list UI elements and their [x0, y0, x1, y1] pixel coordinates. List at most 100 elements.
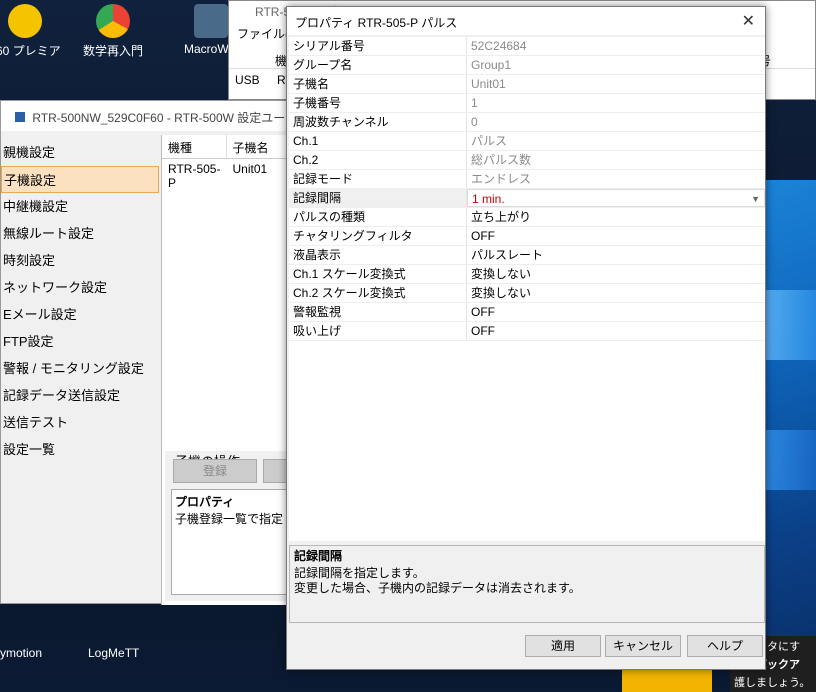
property-key: Ch.1 スケール変換式 [289, 265, 467, 283]
properties-text: 子機登録一覧で指定 [175, 512, 284, 526]
cancel-button[interactable]: キャンセル [605, 635, 681, 657]
property-row[interactable]: パルスの種類 立ち上がり [289, 208, 765, 227]
description-title: 記録間隔 [294, 549, 343, 563]
properties-title: プロパティ [175, 495, 235, 509]
close-icon[interactable]: ✕ [742, 11, 755, 31]
property-key: 周波数チャンネル [289, 113, 467, 131]
desktop-icon-label: MacroW [184, 42, 229, 56]
help-button[interactable]: ヘルプ [687, 635, 763, 657]
property-row[interactable]: 子機番号 1 [289, 94, 765, 113]
property-grid: シリアル番号 52C24684 グループ名 Group1 子機名 Unit01 子機番… [289, 37, 765, 541]
taskbar-item-logmett[interactable]: LogMeTT [88, 646, 139, 660]
apply-button[interactable]: 適用 [525, 635, 601, 657]
property-value: 1 min. [472, 192, 505, 206]
desktop-icon-label: 数学再入門 [82, 44, 143, 58]
nav-item-send-test[interactable]: 送信テスト [1, 409, 159, 436]
nav-item-repeater[interactable]: 中継機設定 [1, 193, 159, 220]
property-value: OFF [471, 305, 495, 319]
nav-item-alarm[interactable]: 警報 / モニタリング設定 [1, 355, 159, 382]
register-button[interactable]: 登録 [173, 459, 257, 483]
column-header-model[interactable]: 機種 [162, 135, 227, 158]
cell-model: RTR-505-P [168, 162, 221, 190]
property-row[interactable]: Ch.1 パルス [289, 132, 765, 151]
property-row[interactable]: グループ名 Group1 [289, 56, 765, 75]
settings-nav: 親機設定 子機設定 中継機設定 無線ルート設定 時刻設定 ネットワーク設定 Eメ… [1, 139, 159, 463]
property-value: 0 [471, 115, 478, 129]
property-row[interactable]: チャタリングフィルタ OFF [289, 227, 765, 246]
nav-item-route[interactable]: 無線ルート設定 [1, 220, 159, 247]
nav-item-child[interactable]: 子機設定 [1, 166, 159, 193]
table-row[interactable]: USB RT [235, 73, 293, 87]
properties-box: プロパティ 子機登録一覧で指定 [171, 489, 291, 595]
nav-item-settings-list[interactable]: 設定一覧 [1, 436, 159, 463]
nav-item-ftp[interactable]: FTP設定 [1, 328, 159, 355]
list-item[interactable]: RTR-505-P Unit01 [162, 159, 291, 190]
description-text: 変更した場合、子機内の記録データは消去されます。 [294, 581, 581, 595]
nav-item-network[interactable]: ネットワーク設定 [1, 274, 159, 301]
chrome-icon [96, 4, 130, 38]
property-row[interactable]: Ch.1 スケール変換式 変換しない [289, 265, 765, 284]
property-row-selected[interactable]: 記録間隔 1 min. ▼ [289, 189, 765, 208]
property-row[interactable]: 子機名 Unit01 [289, 75, 765, 94]
property-row[interactable]: Ch.2 総パルス数 [289, 151, 765, 170]
property-row[interactable]: 吸い上げ OFF [289, 322, 765, 341]
property-value: パルス [471, 134, 508, 148]
property-value: 変換しない [471, 286, 532, 300]
property-row[interactable]: Ch.2 スケール変換式 変換しない [289, 284, 765, 303]
list-header: 機種 子機名 [162, 135, 291, 159]
column-header-name[interactable]: 子機名 [227, 135, 291, 158]
property-row[interactable]: 周波数チャンネル 0 [289, 113, 765, 132]
property-value: Group1 [471, 58, 512, 72]
desktop-icon-math[interactable]: 数学再入門 [68, 4, 158, 59]
property-value: 総パルス数 [471, 153, 532, 167]
cell-connection: USB [235, 73, 260, 87]
property-value: 変換しない [471, 267, 532, 281]
property-key: 記録モード [289, 170, 467, 188]
property-key: グループ名 [289, 56, 467, 74]
nav-item-data-send[interactable]: 記録データ送信設定 [1, 382, 159, 409]
desktop-icon-360[interactable]: 360 プレミア [0, 4, 70, 59]
nav-item-parent[interactable]: 親機設定 [1, 139, 159, 166]
toast-line: 護しましょう。 [734, 677, 811, 689]
property-value: OFF [471, 229, 495, 243]
property-key: Ch.2 [289, 151, 467, 169]
property-key: 吸い上げ [289, 322, 467, 340]
property-key: パルスの種類 [289, 208, 467, 226]
property-value: 立ち上がり [471, 210, 532, 224]
description-text: 記録間隔を指定します。 [294, 566, 425, 580]
property-row[interactable]: シリアル番号 52C24684 [289, 37, 765, 56]
description-panel: 記録間隔 記録間隔を指定します。 変更した場合、子機内の記録データは消去されます… [289, 545, 765, 623]
norton-icon [8, 4, 42, 38]
properties-dialog: プロパティ RTR-505-P パルス ✕ シリアル番号 52C24684 グルー… [286, 6, 766, 670]
property-key: Ch.1 [289, 132, 467, 150]
property-row[interactable]: 記録モード エンドレス [289, 170, 765, 189]
property-row[interactable]: 液晶表示 パルスレート [289, 246, 765, 265]
property-key: 子機名 [289, 75, 467, 93]
chevron-down-icon[interactable]: ▼ [751, 190, 760, 208]
property-value: エンドレス [471, 172, 532, 186]
app-logo-icon [15, 112, 25, 122]
property-value: 1 [471, 96, 478, 110]
property-value: 52C24684 [471, 39, 527, 53]
taskbar-item-ymotion[interactable]: ymotion [0, 646, 42, 660]
app-icon [194, 4, 228, 38]
property-key: シリアル番号 [289, 37, 467, 55]
property-value: パルスレート [471, 248, 544, 262]
util-title: RTR-500NW_529C0F60 - RTR-500W 設定ユーティリティ [1, 101, 289, 131]
property-value: OFF [471, 324, 495, 338]
property-value: Unit01 [471, 77, 506, 91]
cell-name: Unit01 [232, 162, 268, 176]
util-title-text: RTR-500NW_529C0F60 - RTR-500W 設定ユーティリティ [32, 111, 289, 125]
property-key: 記録間隔 [289, 189, 467, 207]
dialog-titlebar: プロパティ RTR-505-P パルス ✕ [287, 7, 765, 35]
dialog-title: プロパティ RTR-505-P パルス [295, 16, 458, 30]
property-key: 子機番号 [289, 94, 467, 112]
record-interval-dropdown[interactable]: 1 min. ▼ [467, 189, 765, 207]
nav-item-email[interactable]: Eメール設定 [1, 301, 159, 328]
nav-item-time[interactable]: 時刻設定 [1, 247, 159, 274]
property-key: 警報監視 [289, 303, 467, 321]
property-key: Ch.2 スケール変換式 [289, 284, 467, 302]
property-key: チャタリングフィルタ [289, 227, 467, 245]
property-key: 液晶表示 [289, 246, 467, 264]
property-row[interactable]: 警報監視 OFF [289, 303, 765, 322]
